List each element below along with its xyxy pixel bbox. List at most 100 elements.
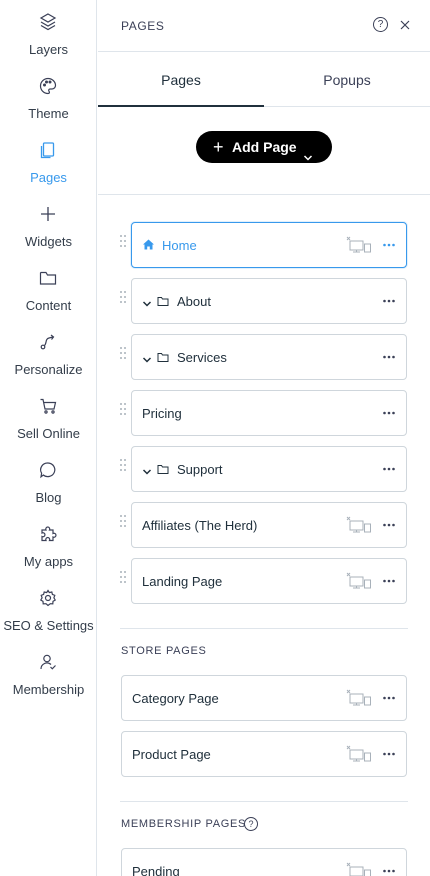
page-name: Landing Page [142,574,223,589]
pages-panel: PAGES ? Pages Popups + Add Page Home Abo… [98,0,430,876]
page-name: About [177,294,211,309]
drag-handle[interactable] [120,290,126,308]
hidden-from-menu-icon [346,689,372,707]
gear-icon [38,588,58,608]
page-row-product-page[interactable]: Product Page [121,731,407,777]
puzzle-icon [38,524,58,544]
more-actions-icon[interactable] [382,294,396,308]
more-actions-icon[interactable] [382,864,396,876]
help-icon[interactable]: ? [244,817,258,831]
page-name: Product Page [132,747,211,762]
rail-item-pages[interactable]: Pages [0,140,97,196]
page-row-landing-page[interactable]: Landing Page [131,558,407,604]
folder-icon [38,268,58,288]
cart-icon [38,396,58,416]
page-name: Category Page [132,691,219,706]
rail-item-membership[interactable]: Membership [0,652,97,708]
page-name: Affiliates (The Herd) [142,518,258,533]
rail-item-label: Personalize [14,362,83,377]
rail-item-widgets[interactable]: Widgets [0,204,97,260]
drag-handle[interactable] [120,458,126,476]
add-page-button[interactable]: + Add Page [196,131,332,163]
page-name: Support [177,462,223,477]
member-icon [38,652,58,672]
rail-item-theme[interactable]: Theme [0,76,97,132]
close-icon[interactable] [398,18,412,32]
hidden-from-menu-icon [346,745,372,763]
divider [120,628,408,629]
folder-icon [157,350,169,362]
page-row-about[interactable]: About [131,278,407,324]
more-actions-icon[interactable] [382,574,396,588]
page-name: Home [162,238,197,253]
drag-handle[interactable] [120,346,126,364]
more-actions-icon[interactable] [382,406,396,420]
store-pages-title: STORE PAGES [121,645,207,657]
rail-item-my-apps[interactable]: My apps [0,524,97,580]
more-actions-icon[interactable] [382,691,396,705]
hidden-from-menu-icon [346,236,372,254]
more-actions-icon[interactable] [382,350,396,364]
page-row-pending[interactable]: Pending [121,848,407,876]
add-page-label: Add Page [232,139,297,155]
folder-icon [157,294,169,306]
page-name: Pricing [142,406,182,421]
plus-icon: + [213,137,224,157]
rail-item-content[interactable]: Content [0,268,97,324]
rail-item-label: Content [25,298,72,313]
rail-item-blog[interactable]: Blog [0,460,97,516]
drag-handle[interactable] [120,402,126,420]
left-rail: Layers Theme Pages Widgets Content Perso… [0,0,97,876]
divider [98,194,430,195]
divider [120,801,408,802]
more-actions-icon[interactable] [382,518,396,532]
chevron-down-icon[interactable] [142,464,152,475]
layers-icon [38,12,58,32]
rail-item-sell-online[interactable]: Sell Online [0,396,97,452]
chat-bubble-icon [38,460,58,480]
membership-pages-title: MEMBERSHIP PAGES [121,818,247,830]
palette-icon [38,76,58,96]
drag-handle[interactable] [120,570,126,588]
hidden-from-menu-icon [346,862,372,876]
help-icon[interactable]: ? [373,17,388,32]
rail-item-personalize[interactable]: Personalize [0,332,97,388]
rail-item-label: Sell Online [17,426,80,441]
rail-item-label: Membership [12,682,85,697]
more-actions-icon[interactable] [382,462,396,476]
page-row-pricing[interactable]: Pricing [131,390,407,436]
chevron-down-icon[interactable] [142,296,152,307]
more-actions-icon[interactable] [382,747,396,761]
tab-pages[interactable]: Pages [98,53,264,107]
rail-item-label: Blog [35,490,62,505]
page-row-support[interactable]: Support [131,446,407,492]
page-row-affiliates[interactable]: Affiliates (The Herd) [131,502,407,548]
rail-item-layers[interactable]: Layers [0,12,97,68]
rail-item-seo-settings[interactable]: SEO & Settings [0,588,97,644]
page-row-category-page[interactable]: Category Page [121,675,407,721]
hidden-from-menu-icon [346,572,372,590]
rail-item-label: SEO & Settings [3,618,94,633]
page-name: Pending [132,864,180,876]
panel-tabs: Pages Popups [98,53,430,107]
personalize-icon [38,332,58,352]
rail-item-label: Layers [28,42,69,57]
panel-title: PAGES [121,19,165,33]
plus-icon [38,204,58,224]
drag-handle[interactable] [120,234,126,252]
rail-item-label: My apps [23,554,74,569]
rail-item-label: Widgets [25,234,72,249]
drag-handle[interactable] [120,514,126,532]
tab-popups[interactable]: Popups [264,53,430,107]
chevron-down-icon[interactable] [142,352,152,363]
page-row-home[interactable]: Home [131,222,407,268]
home-icon [142,238,155,251]
hidden-from-menu-icon [346,516,372,534]
pages-icon [38,140,58,160]
folder-icon [157,462,169,474]
rail-item-label: Theme [28,106,69,121]
page-row-services[interactable]: Services [131,334,407,380]
chevron-down-icon [303,142,313,161]
more-actions-icon[interactable] [382,238,396,252]
rail-item-label: Pages [30,170,67,185]
